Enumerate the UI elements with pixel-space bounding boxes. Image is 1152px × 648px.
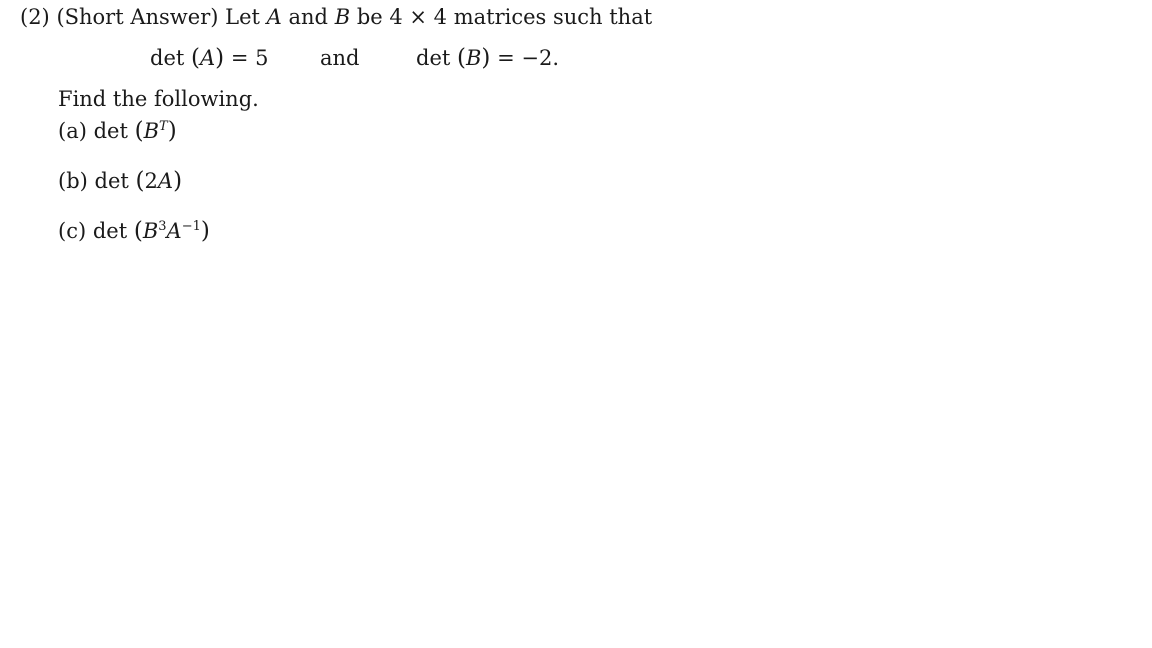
part-b: (b) det (2A) [58, 168, 183, 194]
given-det-a: det (A) = 5 [150, 45, 269, 71]
det-label: det [150, 46, 185, 70]
det-arg: B [465, 46, 482, 70]
matrix-b: B [334, 5, 351, 29]
matrix-a: A [266, 5, 282, 29]
det-arg: A [199, 46, 216, 70]
det-value: = −2. [497, 46, 559, 70]
expr-sup-2: −1 [181, 219, 201, 234]
intro-and: and [288, 5, 329, 29]
expr-base: B [143, 119, 160, 143]
part-label: (b) [58, 169, 88, 193]
intro-text: Let [225, 5, 260, 29]
det-label: det [93, 119, 128, 143]
det-label: det [92, 219, 128, 243]
expr-base: B [142, 219, 159, 243]
det-label: det [416, 46, 451, 70]
det-label: det [94, 169, 129, 193]
part-c: (c) det (B3A−1) [58, 218, 210, 244]
part-a: (a) det (BT) [58, 118, 177, 144]
problem-type: (Short Answer) [56, 5, 219, 29]
expr-base-2: A [166, 219, 182, 243]
expr-sup: 3 [158, 219, 167, 234]
problem-number: (2) [20, 5, 50, 29]
part-label: (c) [58, 219, 87, 243]
part-label: (a) [58, 119, 87, 143]
expr-sup: T [159, 119, 168, 134]
prompt: Find the following. [58, 87, 259, 111]
expr-var: A [157, 169, 174, 193]
det-value: = 5 [230, 46, 269, 70]
given-det-b: det (B) = −2. [416, 45, 559, 71]
expr-coef: 2 [144, 169, 158, 193]
given-connector: and [320, 46, 360, 70]
problem-statement: (2) (Short Answer) Let A and B be 4 × 4 … [20, 5, 652, 29]
intro-text-2: be 4 × 4 matrices such that [356, 5, 653, 29]
